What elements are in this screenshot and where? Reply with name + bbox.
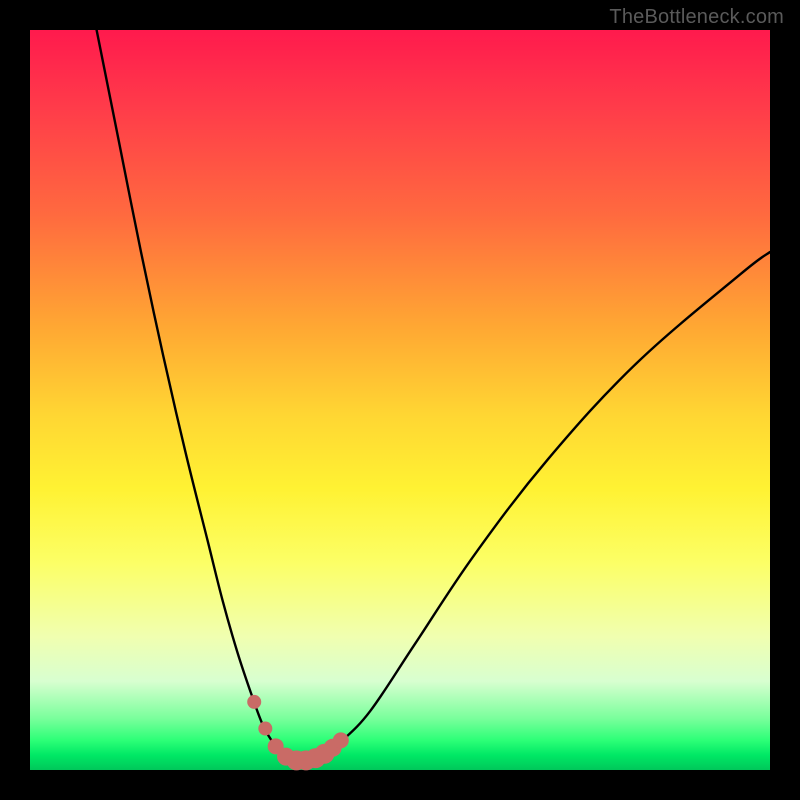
trough-marker — [247, 695, 261, 709]
watermark-text: TheBottleneck.com — [609, 6, 784, 29]
trough-marker — [258, 722, 272, 736]
bottleneck-chart — [30, 30, 770, 770]
trough-marker-group — [247, 695, 349, 770]
trough-marker — [333, 732, 349, 748]
bottleneck-curve — [97, 30, 770, 760]
